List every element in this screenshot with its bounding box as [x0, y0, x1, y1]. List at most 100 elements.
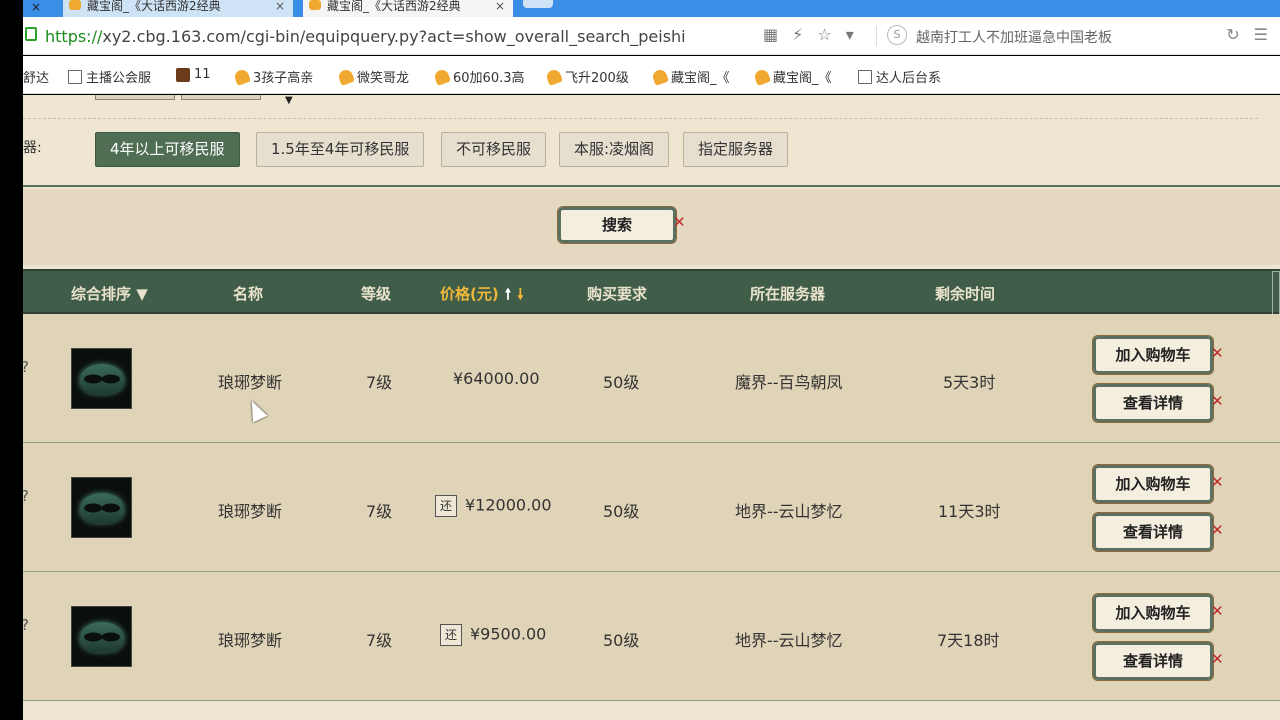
item-price-cell: 还 ¥9500.00 [440, 624, 546, 646]
resize-handle[interactable] [1272, 271, 1280, 316]
caret-down-icon[interactable]: ▼ [285, 95, 293, 106]
sort-descending-icon[interactable]: 🠗 [517, 284, 523, 309]
server-option-4yr-migratable[interactable]: 4年以上可移民服 [95, 132, 240, 167]
filter-panel: ▼ 器: 4年以上可移民服 1.5年至4年可移民服 不可移民服 本服:凌烟阁 指… [23, 95, 1280, 187]
column-header-price[interactable]: 价格(元) 🠕 🠗 [440, 283, 524, 309]
filter-button[interactable] [181, 95, 261, 100]
returnable-badge: 还 [440, 624, 462, 646]
browser-search-input[interactable]: 越南打工人不加班逼急中国老板 [916, 27, 1112, 47]
new-tab-button[interactable] [523, 0, 553, 8]
bookmark-item[interactable]: 3孩子高亲 [233, 67, 314, 86]
cbg-favicon-icon [69, 0, 81, 10]
bookmark-label: 微笑哥龙 [357, 71, 410, 86]
url-path: xy2.cbg.163.com/cgi-bin/equipquery.py?ac… [102, 27, 686, 46]
star-icon[interactable]: ☆ [817, 25, 831, 44]
item-thumbnail[interactable] [71, 606, 132, 667]
tab-title: 藏宝阁_《大话西游2经典 [87, 0, 221, 13]
lightning-icon[interactable]: ⚡ [792, 25, 803, 44]
qr-code-icon[interactable]: ▦ [763, 25, 778, 44]
column-header-server: 所在服务器 [750, 285, 826, 303]
view-details-button[interactable]: 查看详情 [1092, 641, 1214, 681]
tassel-icon: ✕ [1211, 521, 1224, 539]
tab-close-icon[interactable]: × [495, 0, 505, 12]
bookmark-item[interactable]: 达人后台系 [858, 67, 941, 86]
ingot-icon [651, 67, 669, 86]
bookmark-item[interactable]: 60加60.3高 [433, 67, 525, 86]
bookmark-item[interactable]: 舒达 [23, 67, 49, 86]
item-requirement: 50级 [603, 631, 640, 650]
bookmark-item[interactable]: 主播公会服 [68, 67, 151, 86]
bookmark-item[interactable]: 藏宝阁_《 [753, 67, 832, 86]
question-icon: ? [23, 616, 29, 634]
close-icon[interactable]: × [31, 0, 41, 14]
tab-title: 藏宝阁_《大话西游2经典 [327, 0, 461, 13]
browser-tab-active[interactable]: 藏宝阁_《大话西游2经典 × [303, 0, 513, 17]
item-server: 地界--云山梦忆 [735, 631, 843, 650]
search-button[interactable]: 搜索 [557, 206, 677, 244]
tassel-icon: ✕ [1211, 602, 1224, 620]
cbg-favicon-icon [309, 0, 321, 10]
lock-icon [25, 27, 37, 41]
menu-icon[interactable]: ☰ [1254, 25, 1268, 44]
bookmark-label: 藏宝阁_《 [773, 71, 832, 86]
bookmark-label: 3孩子高亲 [253, 71, 314, 86]
url-field[interactable]: https://xy2.cbg.163.com/cgi-bin/equipque… [45, 27, 686, 46]
server-option-current[interactable]: 本服:凌烟阁 [559, 132, 670, 167]
question-icon: ? [23, 487, 29, 505]
browser-toolbar-right: ↻ ☰ [1226, 25, 1268, 44]
view-details-button[interactable]: 查看详情 [1092, 383, 1214, 423]
returnable-badge: 还 [435, 495, 457, 517]
ingot-icon [433, 67, 451, 86]
bookmark-label: 60加60.3高 [453, 71, 525, 86]
add-to-cart-button[interactable]: 加入购物车 [1092, 464, 1214, 504]
ingot-icon [753, 67, 771, 86]
view-details-button[interactable]: 查看详情 [1092, 512, 1214, 552]
bookmark-label: 主播公会服 [86, 71, 152, 86]
table-row: ? 琅琊梦断 7级 ¥64000.00 50级 魔界--百鸟朝凤 5天3时 加入… [23, 314, 1280, 443]
bookmark-label: 舒达 [23, 71, 50, 86]
tassel-icon: ✕ [1211, 392, 1224, 410]
server-filter-label: 器: [23, 140, 42, 156]
item-requirement: 50级 [603, 373, 640, 392]
server-option-1-5-4yr-migratable[interactable]: 1.5年至4年可移民服 [256, 132, 425, 167]
search-engine-icon[interactable]: S [887, 25, 907, 45]
item-thumbnail[interactable] [71, 348, 132, 409]
filter-button[interactable] [95, 95, 175, 100]
ingot-icon [545, 67, 563, 86]
bookmark-label: 飞升200级 [565, 71, 629, 86]
bookmark-item[interactable]: 飞升200级 [545, 67, 629, 86]
game-icon [176, 67, 190, 82]
table-row: ? 琅琊梦断 7级 还 ¥9500.00 50级 地界--云山梦忆 7天18时 加… [23, 572, 1280, 701]
refresh-icon[interactable]: ↻ [1226, 25, 1239, 44]
bookmark-label: 11 [194, 67, 211, 82]
item-server: 魔界--百鸟朝凤 [735, 373, 843, 392]
bookmark-item[interactable]: 藏宝阁_《 [651, 67, 730, 86]
price-header-label: 价格(元) [440, 285, 499, 303]
tab-close-icon[interactable]: × [275, 0, 285, 12]
sort-dropdown[interactable]: 综合排序 ▼ [71, 283, 148, 304]
add-to-cart-button[interactable]: 加入购物车 [1092, 593, 1214, 633]
mask-icon [79, 363, 124, 394]
item-name[interactable]: 琅琊梦断 [218, 369, 282, 393]
item-remaining: 7天18时 [937, 631, 1000, 650]
tassel-icon: ✕ [673, 213, 686, 231]
url-protocol: https:// [45, 27, 103, 46]
tassel-icon: ✕ [1211, 650, 1224, 668]
sort-ascending-icon[interactable]: 🠕 [505, 284, 511, 309]
ingot-icon [337, 67, 355, 86]
item-thumbnail[interactable] [71, 477, 132, 538]
bookmark-label: 达人后台系 [876, 71, 942, 86]
bookmark-item[interactable]: 11 [176, 67, 211, 82]
item-price: ¥9500.00 [470, 624, 547, 644]
item-name[interactable]: 琅琊梦断 [218, 627, 282, 651]
server-option-non-migratable[interactable]: 不可移民服 [441, 132, 547, 167]
column-header-requirement: 购买要求 [587, 285, 648, 303]
chevron-down-icon[interactable]: ▾ [846, 25, 854, 44]
server-option-specify[interactable]: 指定服务器 [683, 132, 789, 167]
browser-tab[interactable]: 藏宝阁_《大话西游2经典 × [63, 0, 293, 17]
page-icon [68, 69, 82, 84]
add-to-cart-button[interactable]: 加入购物车 [1092, 335, 1214, 375]
tassel-icon: ✕ [1211, 344, 1224, 362]
item-name[interactable]: 琅琊梦断 [218, 498, 282, 522]
bookmark-item[interactable]: 微笑哥龙 [337, 67, 410, 86]
